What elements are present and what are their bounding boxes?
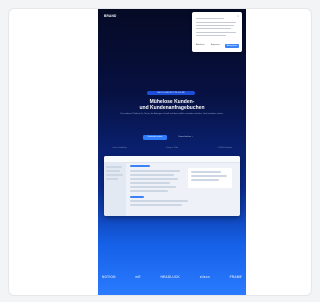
app-highlight-line [130,196,144,198]
app-highlight-line [130,165,150,167]
close-icon[interactable]: × [237,14,239,18]
cookie-text-line [196,32,236,34]
app-sidebar-item [106,170,120,172]
hero-subtitle: Die moderne Plattform für Teams, die Anf… [120,113,224,115]
app-sidebar-item [106,178,118,180]
hero-title-line-2: und Kundenanfragebuchen [139,105,205,111]
app-detail-line [191,171,221,173]
app-content-row [130,170,180,172]
feature-item: • Keine Kreditkarte [112,147,127,149]
cookie-text-line [196,28,231,30]
customer-logos: NOTION mE HEADLUCK zilson FRAME [102,275,242,279]
app-sidebar-item [106,166,122,168]
feature-item: • DSGVO-konform [217,147,232,149]
cookie-settings-button[interactable]: Anpassen [211,44,220,48]
customer-logo: zilson [199,275,210,279]
secondary-cta-link[interactable]: Demo buchen → [172,135,200,140]
app-content-row [130,190,168,192]
screenshot-card: BRAND × Ablehnen Anpassen Akzeptieren NE… [8,8,312,296]
cookie-accept-button[interactable]: Akzeptieren [225,44,239,48]
customer-logo: mE [135,275,141,279]
customer-logo: FRAME [229,275,242,279]
app-detail-line [191,175,227,177]
app-content-row [130,174,174,176]
cookie-text-line [196,22,236,24]
app-detail-line [191,179,219,181]
cookie-banner: × Ablehnen Anpassen Akzeptieren [192,12,242,52]
feature-item: • Setup in 2 Min. [165,147,179,149]
cookie-text-line [196,18,224,20]
cookie-reject-button[interactable]: Ablehnen [196,44,204,48]
app-content-row [130,182,170,184]
app-sidebar-item [106,174,123,176]
brand-logo[interactable]: BRAND [104,14,117,18]
customer-logo: NOTION [102,275,116,279]
cookie-text-line [196,35,226,37]
cookie-text-line [196,25,234,27]
primary-cta-button[interactable]: Kostenlos testen [143,135,167,140]
app-content-row [130,200,188,202]
customer-logo: HEADLUCK [160,275,180,279]
landing-page-preview: BRAND × Ablehnen Anpassen Akzeptieren NE… [98,9,246,295]
app-content-row [130,178,178,180]
hero-title: Mühelose Kunden- und Kundenanfragebuchen [108,99,236,111]
feature-list: • Keine Kreditkarte • Setup in 2 Min. • … [112,147,232,149]
hero-badge: NEU: KI-GESTÜTZTE SUCHE [147,91,195,95]
app-content-row [130,204,182,206]
app-content-row [130,186,176,188]
app-screenshot [104,156,240,216]
